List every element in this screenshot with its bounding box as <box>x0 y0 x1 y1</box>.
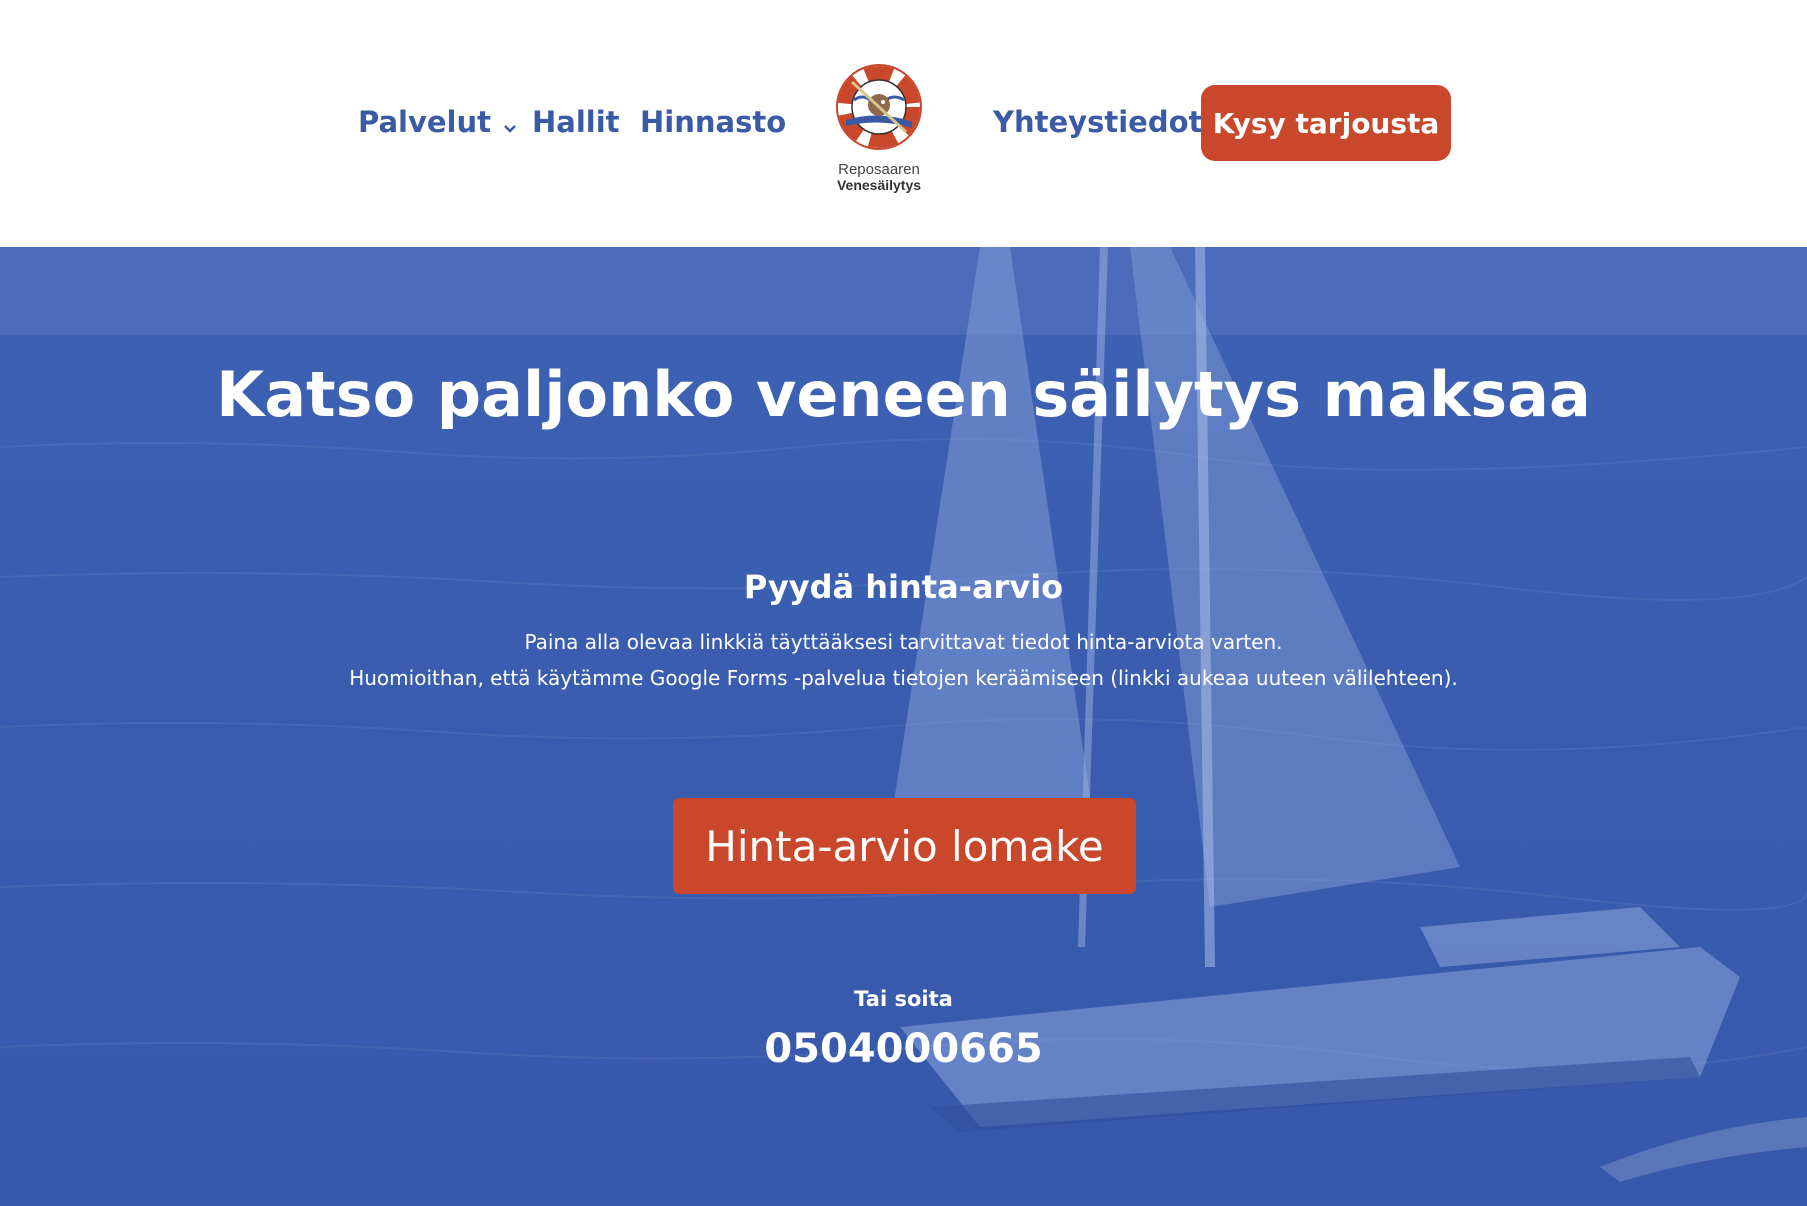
logo-text-line2: Venesäilytys <box>836 177 922 193</box>
or-call-label: Tai soita <box>854 987 953 1011</box>
price-estimate-heading: Pyydä hinta-arvio <box>743 568 1064 606</box>
hero-section: Katso paljonko veneen säilytys maksaa Py… <box>0 247 1807 1206</box>
description-line-2: Huomioithan, että käytämme Google Forms … <box>349 666 1458 690</box>
description-line-1: Paina alla olevaa linkkiä täyttääksesi t… <box>524 630 1283 654</box>
nav-palvelut[interactable]: Palvelut <box>358 104 517 142</box>
price-estimate-form-button[interactable]: Hinta-arvio lomake <box>673 798 1136 894</box>
request-quote-button[interactable]: Kysy tarjousta <box>1201 85 1451 161</box>
price-estimate-description: Paina alla olevaa linkkiä täyttääksesi t… <box>0 624 1807 696</box>
nav-hinnasto[interactable]: Hinnasto <box>640 104 786 140</box>
site-logo[interactable]: Reposaaren Venesäilytys <box>828 58 930 198</box>
phone-number-link[interactable]: 0504000665 <box>0 1025 1807 1073</box>
nav-palvelut-label: Palvelut <box>358 105 492 139</box>
hero-title: Katso paljonko veneen säilytys maksaa <box>216 358 1591 431</box>
chevron-down-icon <box>503 106 517 142</box>
lifebuoy-logo-icon <box>836 64 922 150</box>
nav-yhteystiedot[interactable]: Yhteystiedot <box>993 104 1202 140</box>
nav-hallit[interactable]: Hallit <box>532 104 620 140</box>
site-header: Palvelut Hallit Hinnasto Reposaaren Vene… <box>0 0 1807 247</box>
logo-text-line1: Reposaaren <box>838 161 920 178</box>
